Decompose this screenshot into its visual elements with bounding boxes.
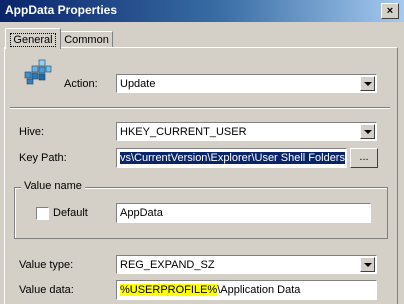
tab-general[interactable]: General bbox=[5, 28, 61, 49]
tab-common-label: Common bbox=[64, 34, 109, 46]
registry-cubes-icon bbox=[24, 59, 52, 85]
value-type-dropdown[interactable]: REG_EXPAND_SZ bbox=[116, 255, 377, 274]
title-bar: AppData Properties × bbox=[0, 0, 404, 22]
hive-chevron-down-icon[interactable] bbox=[360, 124, 375, 139]
value-data-label: Value data: bbox=[19, 284, 74, 296]
key-path-input[interactable]: vs\CurrentVersion\Explorer\User Shell Fo… bbox=[116, 148, 347, 168]
action-value: Update bbox=[120, 78, 156, 90]
separator bbox=[10, 107, 390, 109]
value-type-value: REG_EXPAND_SZ bbox=[120, 259, 215, 271]
value-name-input[interactable]: AppData bbox=[116, 203, 371, 223]
value-type-label: Value type: bbox=[19, 259, 74, 271]
action-dropdown[interactable]: Update bbox=[116, 74, 377, 93]
hive-value: HKEY_CURRENT_USER bbox=[120, 126, 247, 138]
action-chevron-down-icon[interactable] bbox=[360, 76, 375, 91]
default-checkbox[interactable] bbox=[36, 207, 49, 220]
default-label: Default bbox=[53, 207, 88, 219]
hive-dropdown[interactable]: HKEY_CURRENT_USER bbox=[116, 122, 377, 141]
tab-common[interactable]: Common bbox=[60, 31, 113, 48]
hive-label: Hive: bbox=[19, 126, 45, 138]
action-label: Action: bbox=[64, 78, 98, 90]
value-data-value: %USERPROFILE%\Application Data bbox=[120, 284, 300, 296]
value-data-path: \Application Data bbox=[217, 284, 301, 296]
value-data-input[interactable]: %USERPROFILE%\Application Data bbox=[116, 280, 377, 300]
value-type-chevron-down-icon[interactable] bbox=[360, 257, 375, 272]
value-data-variable: %USERPROFILE% bbox=[120, 284, 218, 296]
value-name-group-title: Value name bbox=[21, 180, 85, 192]
key-path-label: Key Path: bbox=[19, 152, 67, 164]
value-name-value: AppData bbox=[120, 207, 163, 219]
browse-button[interactable]: ... bbox=[350, 148, 378, 168]
close-button[interactable]: × bbox=[381, 3, 399, 19]
window-title: AppData Properties bbox=[5, 3, 118, 17]
key-path-value: vs\CurrentVersion\Explorer\User Shell Fo… bbox=[120, 152, 345, 164]
tab-general-label: General bbox=[10, 33, 56, 47]
